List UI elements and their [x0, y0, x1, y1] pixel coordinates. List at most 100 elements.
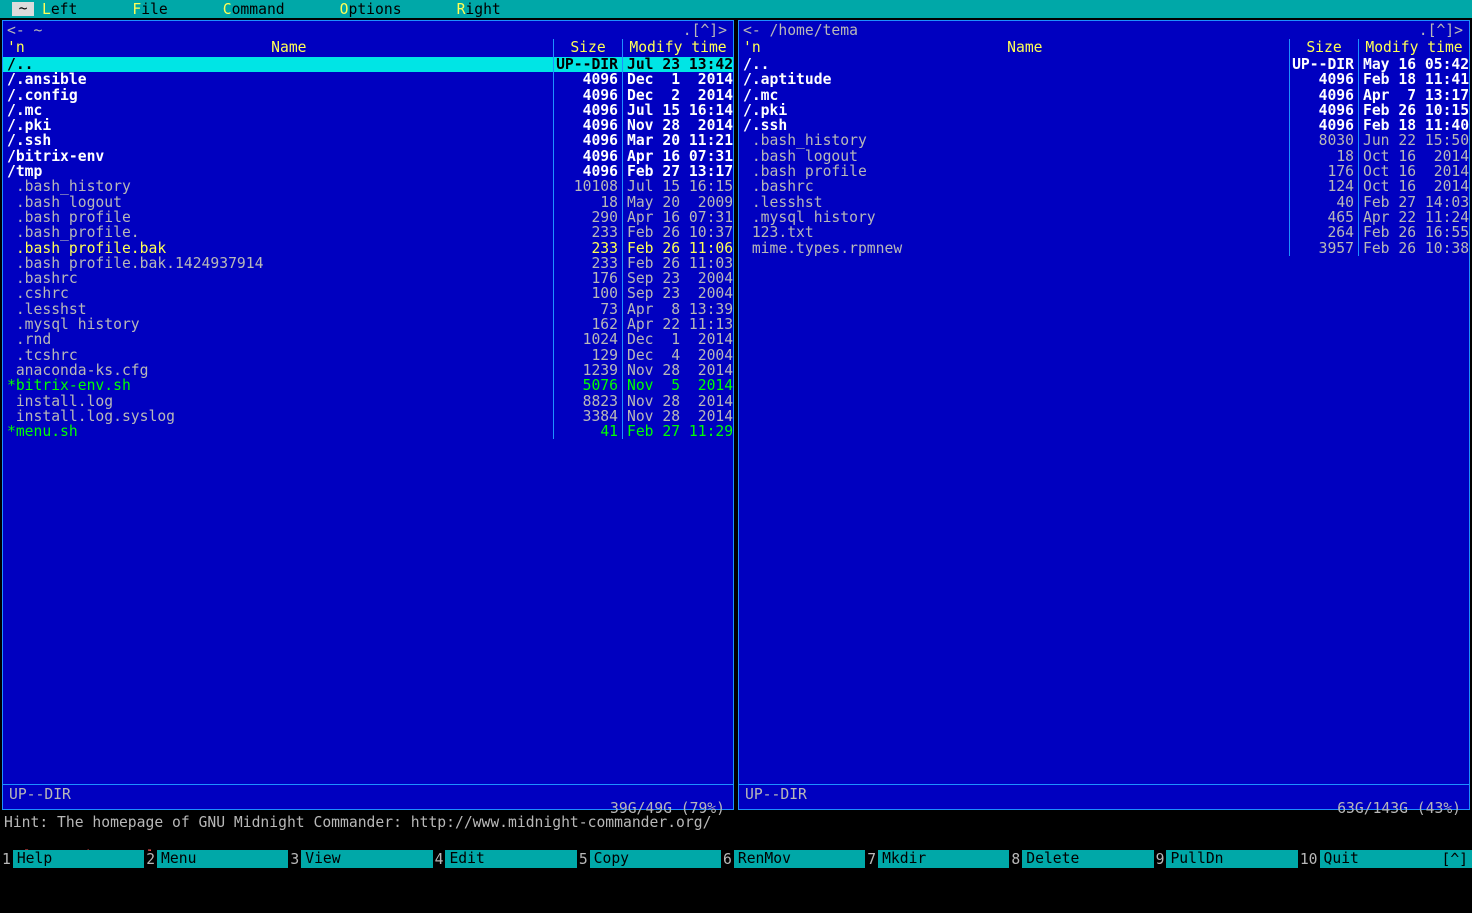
list-item[interactable]: .bashrc124Oct 16 2014 [739, 179, 1469, 194]
list-item[interactable]: /.ssh4096Mar 20 11:21 [3, 133, 733, 148]
file-mtime: Oct 16 2014 [1359, 149, 1469, 164]
file-size: 4096 [554, 88, 622, 103]
col-mtime[interactable]: Modify time [623, 39, 733, 57]
col-name[interactable]: Name [25, 39, 553, 57]
fkey-copy[interactable]: 5Copy [577, 850, 721, 868]
file-name: /.ansible [3, 72, 553, 87]
fkey-renmov[interactable]: 6RenMov [721, 850, 865, 868]
list-item[interactable]: .bash_logout18Oct 16 2014 [739, 149, 1469, 164]
fkey-menu[interactable]: 2Menu [144, 850, 288, 868]
file-mtime: Feb 27 13:17 [623, 164, 733, 179]
list-item[interactable]: install.log.syslog3384Nov 28 2014 [3, 409, 733, 424]
left-column-headers[interactable]: 'n Name Size Modify time [3, 39, 733, 57]
list-item[interactable]: /.pki4096Feb 26 10:15 [739, 103, 1469, 118]
list-item[interactable]: .rnd1024Dec 1 2014 [3, 332, 733, 347]
list-item[interactable]: .lesshst40Feb 27 14:03 [739, 195, 1469, 210]
function-keys[interactable]: 1Help 2Menu 3View 4Edit 5Copy 6RenMov 7M… [0, 850, 1472, 868]
list-item[interactable]: .bash_profile.bak.1424937914233Feb 26 11… [3, 256, 733, 271]
fkey-pulldn[interactable]: 9PullDn [1154, 850, 1298, 868]
list-item[interactable]: install.log8823Nov 28 2014 [3, 394, 733, 409]
menu-right[interactable]: Right [457, 1, 501, 18]
file-name: .mysql_history [739, 210, 1289, 225]
fkey-help[interactable]: 1Help [0, 850, 144, 868]
file-size: 4096 [1290, 88, 1358, 103]
list-item[interactable]: /.mc4096Apr 7 13:17 [739, 88, 1469, 103]
list-item[interactable]: .bash_profile.233Feb 26 10:37 [3, 225, 733, 240]
list-item[interactable]: /.config4096Dec 2 2014 [3, 88, 733, 103]
file-mtime: Dec 1 2014 [623, 332, 733, 347]
file-mtime: Nov 5 2014 [623, 378, 733, 393]
file-name: .bash_profile [3, 210, 553, 225]
col-size[interactable]: Size [1290, 39, 1358, 57]
file-name: /.ssh [739, 118, 1289, 133]
file-name: .bash_profile.bak.1424937914 [3, 256, 553, 271]
list-item[interactable]: .cshrc100Sep 23 2004 [3, 286, 733, 301]
panels: <- ~ .[^]> 'n Name Size Modify time /..U… [0, 18, 1472, 813]
list-item[interactable]: 123.txt264Feb 26 16:55 [739, 225, 1469, 240]
left-panel-ctl[interactable]: .[^]> [683, 22, 727, 39]
file-size: 4096 [1290, 72, 1358, 87]
file-mtime: Feb 27 14:03 [1359, 195, 1469, 210]
file-mtime: May 16 05:42 [1359, 57, 1469, 72]
menu-left[interactable]: Left [42, 1, 77, 18]
list-item[interactable]: /.aptitude4096Feb 18 11:41 [739, 72, 1469, 87]
file-name: .tcshrc [3, 348, 553, 363]
menu-bar[interactable]: ~ Left File Command Options Right [0, 0, 1472, 18]
list-item[interactable]: .lesshst73Apr 8 13:39 [3, 302, 733, 317]
list-item[interactable]: .bash_history8030Jun 22 15:50 [739, 133, 1469, 148]
col-name[interactable]: Name [761, 39, 1289, 57]
list-item[interactable]: /bitrix-env4096Apr 16 07:31 [3, 149, 733, 164]
list-item[interactable]: /.ssh4096Feb 18 11:40 [739, 118, 1469, 133]
right-column-headers[interactable]: 'n Name Size Modify time [739, 39, 1469, 57]
fkey-delete[interactable]: 8Delete [1009, 850, 1153, 868]
list-item[interactable]: .bashrc176Sep 23 2004 [3, 271, 733, 286]
right-path[interactable]: <- /home/tema [743, 22, 858, 39]
file-name: .lesshst [739, 195, 1289, 210]
file-mtime: Apr 16 07:31 [623, 210, 733, 225]
list-item[interactable]: .bash_profile176Oct 16 2014 [739, 164, 1469, 179]
file-name: /.mc [739, 88, 1289, 103]
fkey-mkdir[interactable]: 7Mkdir [865, 850, 1009, 868]
fkey-view[interactable]: 3View [288, 850, 432, 868]
fkey-quit[interactable]: 10Quit [1298, 850, 1442, 868]
sort-indicator[interactable]: 'n [739, 39, 761, 57]
file-name: .bash_history [739, 133, 1289, 148]
list-item[interactable]: *bitrix-env.sh5076Nov 5 2014 [3, 378, 733, 393]
right-file-list[interactable]: /..UP--DIRMay 16 05:42/.aptitude4096Feb … [739, 57, 1469, 256]
right-panel[interactable]: <- /home/tema .[^]> 'n Name Size Modify … [736, 18, 1472, 813]
list-item[interactable]: *menu.sh41Feb 27 11:29 [3, 424, 733, 439]
file-size: 8030 [1290, 133, 1358, 148]
list-item[interactable]: .bash_profile290Apr 16 07:31 [3, 210, 733, 225]
list-item[interactable]: /.mc4096Jul 15 16:14 [3, 103, 733, 118]
left-panel[interactable]: <- ~ .[^]> 'n Name Size Modify time /..U… [0, 18, 736, 813]
list-item[interactable]: anaconda-ks.cfg1239Nov 28 2014 [3, 363, 733, 378]
file-name: .bashrc [3, 271, 553, 286]
list-item[interactable]: .mysql_history465Apr 22 11:24 [739, 210, 1469, 225]
sort-indicator[interactable]: 'n [3, 39, 25, 57]
menu-command[interactable]: Command [223, 1, 285, 18]
list-item[interactable]: /.ansible4096Dec 1 2014 [3, 72, 733, 87]
right-panel-ctl[interactable]: .[^]> [1419, 22, 1463, 39]
file-mtime: Jul 15 16:15 [623, 179, 733, 194]
list-item[interactable]: .tcshrc129Dec 4 2004 [3, 348, 733, 363]
fkey-edit[interactable]: 4Edit [433, 850, 577, 868]
left-file-list[interactable]: /..UP--DIRJul 23 13:42/.ansible4096Dec 1… [3, 57, 733, 439]
menu-file[interactable]: File [132, 1, 167, 18]
menu-dropdown[interactable]: ~ [12, 2, 34, 16]
list-item[interactable]: .bash_logout18May 20 2009 [3, 195, 733, 210]
col-mtime[interactable]: Modify time [1359, 39, 1469, 57]
menu-options[interactable]: Options [340, 1, 402, 18]
list-item[interactable]: .bash_history10108Jul 15 16:15 [3, 179, 733, 194]
list-item[interactable]: /..UP--DIRJul 23 13:42 [3, 57, 733, 72]
list-item[interactable]: /.pki4096Nov 28 2014 [3, 118, 733, 133]
list-item[interactable]: /tmp4096Feb 27 13:17 [3, 164, 733, 179]
list-item[interactable]: .mysql_history162Apr 22 11:13 [3, 317, 733, 332]
list-item[interactable]: /..UP--DIRMay 16 05:42 [739, 57, 1469, 72]
col-size[interactable]: Size [554, 39, 622, 57]
tail-ctl[interactable]: [^] [1442, 850, 1472, 868]
left-path[interactable]: <- ~ [7, 22, 42, 39]
shell-prompt[interactable]: [root@virt04 ~]# [0, 831, 1472, 850]
file-name: .mysql_history [3, 317, 553, 332]
list-item[interactable]: .bash_profile.bak233Feb 26 11:06 [3, 241, 733, 256]
list-item[interactable]: mime.types.rpmnew3957Feb 26 10:38 [739, 241, 1469, 256]
